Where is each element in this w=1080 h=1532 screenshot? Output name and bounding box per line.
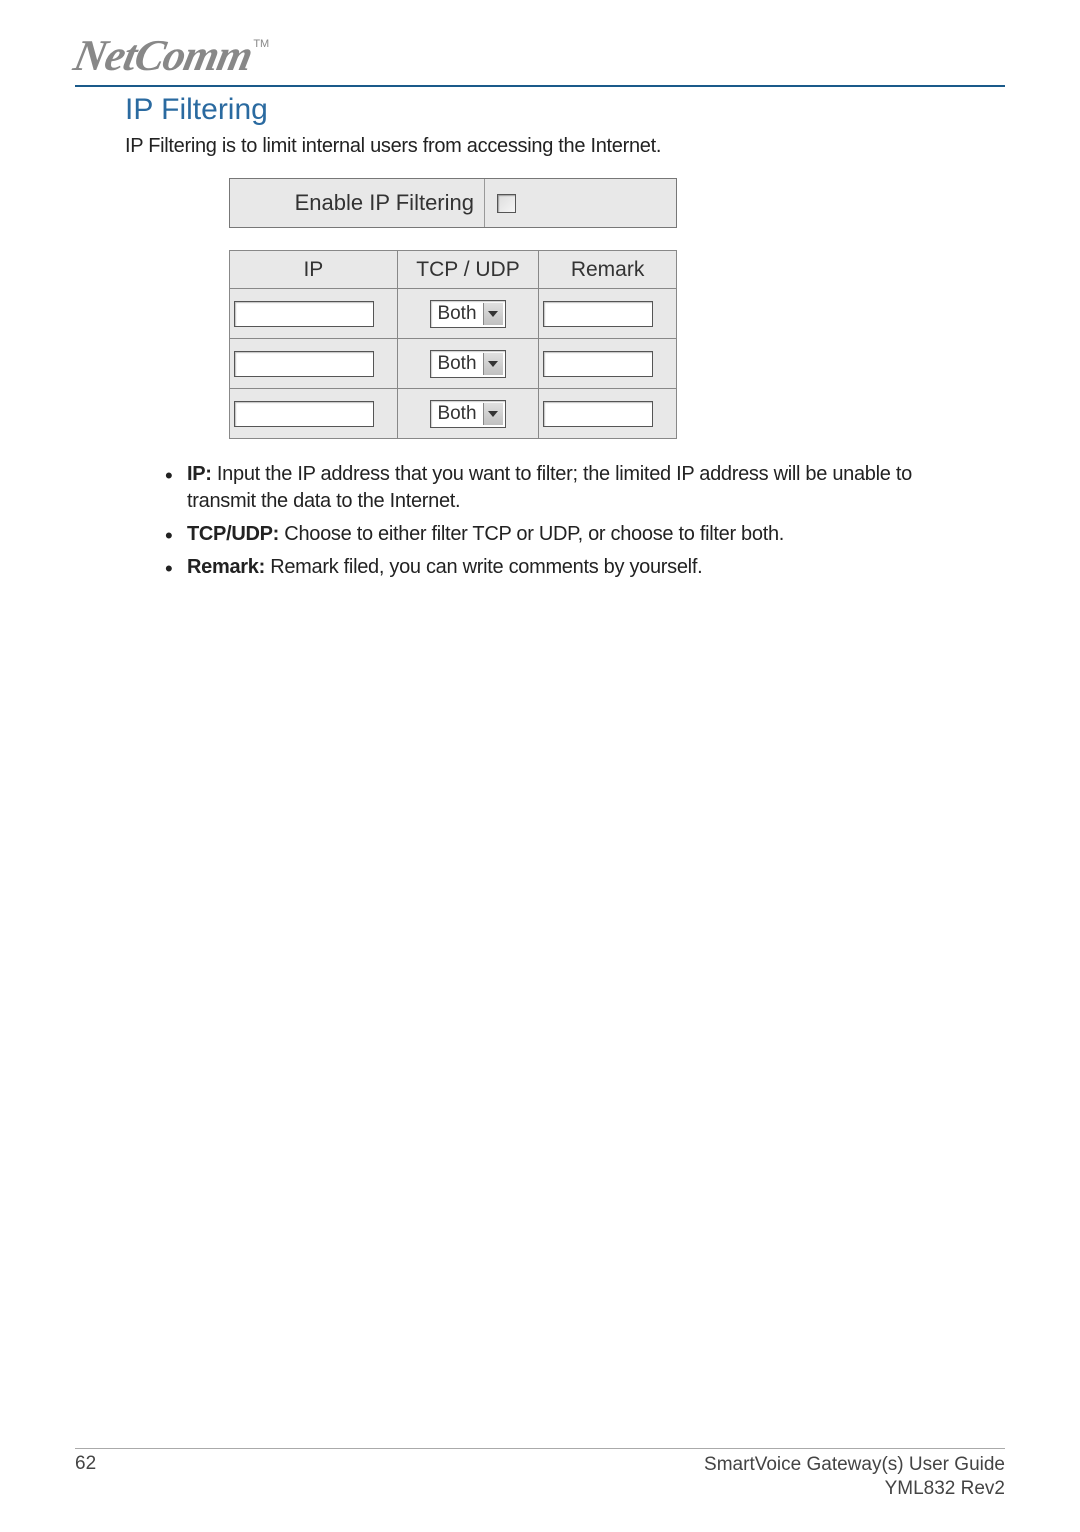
remark-input[interactable] <box>543 401 653 427</box>
section-intro: IP Filtering is to limit internal users … <box>125 135 1005 158</box>
proto-select[interactable]: Both <box>430 300 505 328</box>
column-header-remark: Remark <box>539 251 677 289</box>
table-row: Both <box>230 289 677 339</box>
table-row: Both <box>230 389 677 439</box>
list-item: IP: Input the IP address that you want t… <box>165 461 965 515</box>
proto-select[interactable]: Both <box>430 350 505 378</box>
enable-row: Enable IP Filtering <box>229 178 677 228</box>
column-header-proto: TCP / UDP <box>397 251 538 289</box>
bullet-label: Remark: <box>187 556 265 578</box>
header-divider <box>75 85 1005 87</box>
enable-checkbox-cell <box>485 194 676 213</box>
bullet-text: Remark filed, you can write comments by … <box>265 556 702 578</box>
proto-select[interactable]: Both <box>430 400 505 428</box>
proto-value: Both <box>431 303 482 325</box>
enable-checkbox[interactable] <box>497 194 516 213</box>
trademark-symbol: TM <box>253 38 269 50</box>
description-list: IP: Input the IP address that you want t… <box>165 461 965 581</box>
footer-divider <box>75 1448 1005 1449</box>
page-footer: 62 SmartVoice Gateway(s) User Guide YML8… <box>75 1448 1005 1502</box>
remark-input[interactable] <box>543 301 653 327</box>
list-item: Remark: Remark filed, you can write comm… <box>165 554 965 581</box>
bullet-text: Choose to either filter TCP or UDP, or c… <box>279 523 784 545</box>
remark-input[interactable] <box>543 351 653 377</box>
brand-name: NetComm <box>70 30 257 81</box>
section-title: IP Filtering <box>125 93 1005 127</box>
ip-input[interactable] <box>234 401 374 427</box>
bullet-text: Input the IP address that you want to fi… <box>187 463 912 512</box>
bullet-label: IP: <box>187 463 212 485</box>
table-row: Both <box>230 339 677 389</box>
bullet-label: TCP/UDP: <box>187 523 279 545</box>
ip-input[interactable] <box>234 351 374 377</box>
footer-revision: YML832 Rev2 <box>704 1477 1005 1502</box>
footer-guide-title: SmartVoice Gateway(s) User Guide <box>704 1453 1005 1478</box>
proto-value: Both <box>431 353 482 375</box>
page-number: 62 <box>75 1453 96 1502</box>
ip-input[interactable] <box>234 301 374 327</box>
chevron-down-icon <box>483 303 503 325</box>
ip-filtering-ui: Enable IP Filtering IP TCP / UDP Remark <box>229 178 1005 439</box>
proto-value: Both <box>431 403 482 425</box>
brand-logo: NetCommTM <box>75 30 1005 81</box>
chevron-down-icon <box>483 403 503 425</box>
column-header-ip: IP <box>230 251 398 289</box>
filter-table: IP TCP / UDP Remark Both <box>229 250 677 439</box>
chevron-down-icon <box>483 353 503 375</box>
list-item: TCP/UDP: Choose to either filter TCP or … <box>165 521 965 548</box>
enable-label: Enable IP Filtering <box>230 179 485 227</box>
